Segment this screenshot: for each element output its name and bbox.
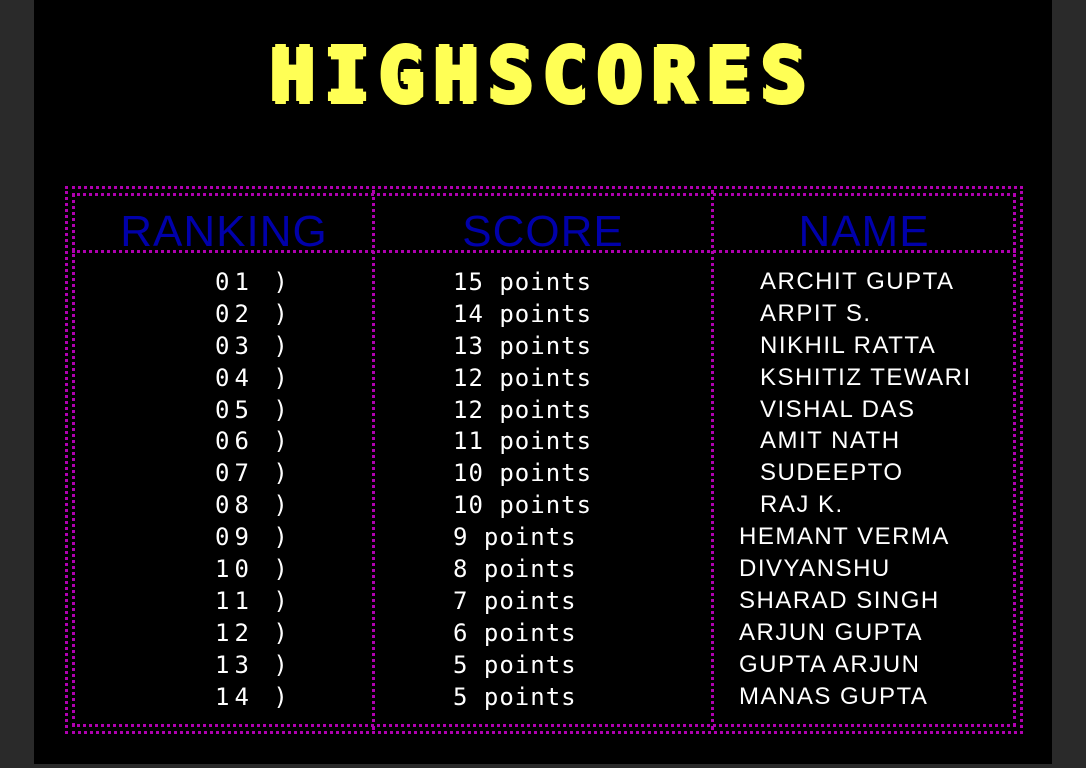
name-cell: VISHAL DAS xyxy=(760,395,916,423)
score-cell: 13 points xyxy=(453,331,593,360)
name-cell: ARCHIT GUPTA xyxy=(760,268,955,295)
score-cell: 10 points xyxy=(453,491,593,520)
score-cell: 12 points xyxy=(453,395,593,424)
name-cell: GUPTA ARJUN xyxy=(739,650,921,678)
table-row: 03 ) 13 points NIKHIL RATTA xyxy=(34,330,1052,362)
table-row: 06 ) 11 points AMIT NATH xyxy=(34,425,1052,457)
table-row: 08 ) 10 points RAJ K. xyxy=(34,489,1052,521)
name-cell: KSHITIZ TEWARI xyxy=(760,363,972,391)
name-cell: ARPIT S. xyxy=(760,299,872,327)
rank-cell: 02 ) xyxy=(215,299,293,328)
score-cell: 14 points xyxy=(453,299,593,328)
rank-cell: 14 ) xyxy=(215,682,293,711)
name-cell: HEMANT VERMA xyxy=(739,523,950,551)
score-cell: 5 points xyxy=(453,682,577,711)
name-cell: MANAS GUPTA xyxy=(739,682,929,710)
score-cell: 12 points xyxy=(453,363,593,392)
table-row: 01 ) 15 points ARCHIT GUPTA xyxy=(34,266,1052,298)
table-row: 14 ) 5 points MANAS GUPTA xyxy=(34,681,1052,713)
highscores-title: HIGHSCORES xyxy=(270,33,816,119)
name-cell: SUDEEPTO xyxy=(760,459,904,487)
header-score: SCORE xyxy=(462,207,624,256)
name-cell: AMIT NATH xyxy=(760,427,901,455)
header-name: NAME xyxy=(798,207,930,256)
header-ranking: RANKING xyxy=(120,207,328,256)
score-cell: 9 points xyxy=(453,523,577,552)
table-row: 11 ) 7 points SHARAD SINGH xyxy=(34,585,1052,617)
table-row: 10 ) 8 points DIVYANSHU xyxy=(34,553,1052,585)
rank-cell: 10 ) xyxy=(215,555,293,584)
game-screen: HIGHSCORES RANKING SCORE NAME 01 ) 15 poi… xyxy=(34,0,1052,764)
rank-cell: 06 ) xyxy=(215,427,293,456)
rank-cell: 12 ) xyxy=(215,618,293,647)
name-cell: RAJ K. xyxy=(760,491,844,519)
table-row: 05 ) 12 points VISHAL DAS xyxy=(34,394,1052,426)
table-row: 09 ) 9 points HEMANT VERMA xyxy=(34,521,1052,553)
rank-cell: 01 ) xyxy=(215,268,293,296)
table-row: 13 ) 5 points GUPTA ARJUN xyxy=(34,649,1052,681)
score-cell: 15 points xyxy=(453,268,593,296)
score-cell: 6 points xyxy=(453,618,577,647)
score-cell: 8 points xyxy=(453,555,577,584)
table-row: 12 ) 6 points ARJUN GUPTA xyxy=(34,617,1052,649)
rank-cell: 04 ) xyxy=(215,363,293,392)
name-cell: NIKHIL RATTA xyxy=(760,331,937,359)
rank-cell: 09 ) xyxy=(215,523,293,552)
score-cell: 11 points xyxy=(453,427,593,456)
name-cell: SHARAD SINGH xyxy=(739,586,940,614)
rank-cell: 07 ) xyxy=(215,459,293,488)
score-cell: 7 points xyxy=(453,586,577,615)
rank-cell: 03 ) xyxy=(215,331,293,360)
rank-cell: 11 ) xyxy=(215,586,293,615)
table-row: 07 ) 10 points SUDEEPTO xyxy=(34,457,1052,489)
table-row: 02 ) 14 points ARPIT S. xyxy=(34,298,1052,330)
rank-cell: 08 ) xyxy=(215,491,293,520)
rank-cell: 05 ) xyxy=(215,395,293,424)
name-cell: ARJUN GUPTA xyxy=(739,618,924,646)
rank-cell: 13 ) xyxy=(215,650,293,679)
table-row: 04 ) 12 points KSHITIZ TEWARI xyxy=(34,362,1052,394)
name-cell: DIVYANSHU xyxy=(739,555,891,583)
highscore-rows: 01 ) 15 points ARCHIT GUPTA 02 ) 14 points AR… xyxy=(34,266,1052,712)
score-cell: 5 points xyxy=(453,650,577,679)
score-cell: 10 points xyxy=(453,459,593,488)
